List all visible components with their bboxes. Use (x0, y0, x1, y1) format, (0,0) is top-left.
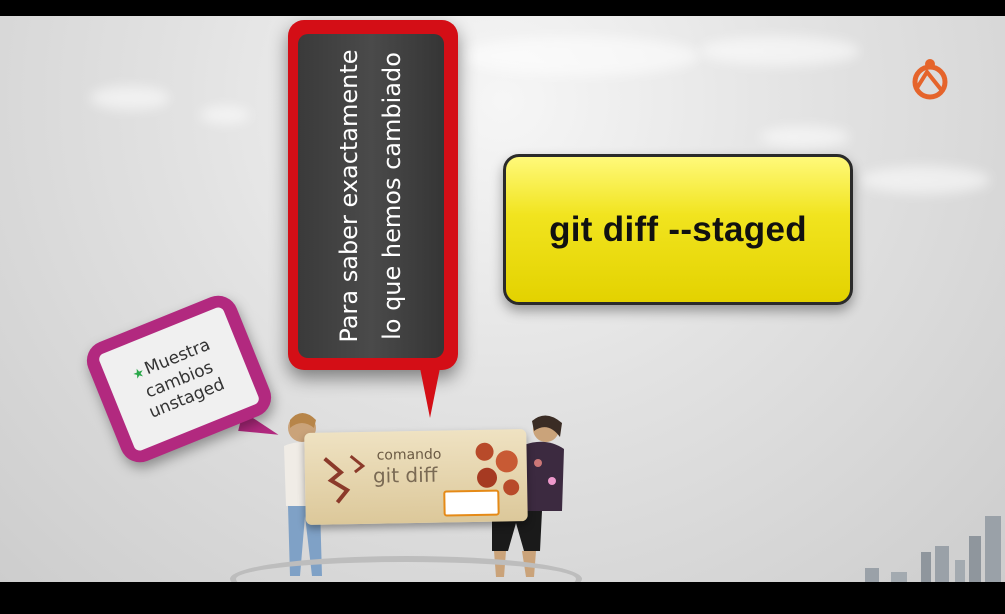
pink-callout-panel: ★Muestra cambios unstaged (97, 305, 261, 453)
red-callout-text: Para saber exactamente lo que hemos camb… (328, 46, 414, 346)
banner-note-box (443, 489, 500, 517)
red-callout: Para saber exactamente lo que hemos camb… (288, 20, 458, 370)
cloud (460, 36, 700, 76)
cloud (700, 36, 860, 66)
pink-callout: ★Muestra cambios unstaged (80, 289, 278, 469)
logo-caption (906, 100, 956, 105)
channel-logo-icon (912, 59, 948, 100)
command-text: git diff --staged (549, 209, 807, 249)
cloud (760, 126, 850, 148)
cloud (200, 106, 250, 124)
command-box: git diff --staged (503, 154, 853, 305)
cloud (860, 166, 990, 194)
red-callout-tail (420, 368, 440, 418)
cloud (90, 86, 170, 110)
video-frame: Para saber exactamente lo que hemos camb… (0, 0, 1005, 614)
city-skyline-icon (865, 516, 1001, 582)
slide-scene: Para saber exactamente lo que hemos camb… (0, 16, 1005, 582)
red-callout-line1: Para saber exactamente (335, 49, 363, 343)
red-callout-panel: Para saber exactamente lo que hemos camb… (298, 34, 444, 358)
banner-line2: git diff (372, 462, 438, 488)
red-callout-line2: lo que hemos cambiado (378, 52, 406, 340)
tribal-ornament-icon (323, 454, 366, 504)
poster-banner: comando git diff (304, 429, 528, 525)
banner-line1: comando (376, 446, 442, 464)
